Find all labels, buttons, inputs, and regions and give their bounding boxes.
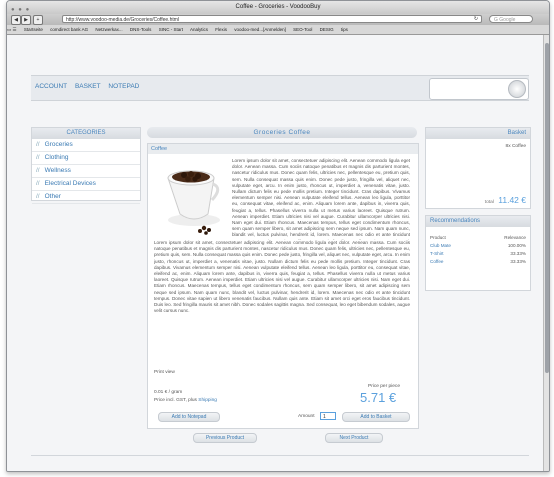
basket-total-label: total <box>484 200 494 205</box>
reload-icon[interactable]: ↻ <box>473 15 479 23</box>
browser-search-placeholder: Google <box>499 17 516 23</box>
bookmark-item[interactable]: SINC - Start <box>159 27 183 32</box>
nav-notepad[interactable]: NOTEPAD <box>108 83 139 90</box>
coffee-cup-image <box>167 170 220 235</box>
product-description-text: Lorem ipsum dolor sit amet, consectetuer… <box>154 240 410 314</box>
category-clothing[interactable]: //Clothing <box>32 152 140 165</box>
shipping-link[interactable]: Shipping <box>198 398 217 403</box>
relevance-value: 100.00% <box>507 243 526 248</box>
unit-price: 0.01 € / gram <box>154 390 183 395</box>
previous-product-button[interactable]: Previous Product <box>193 433 257 443</box>
back-button[interactable]: ◀ <box>11 15 21 25</box>
add-to-notepad-button[interactable]: Add to Notepad <box>158 412 220 422</box>
bookmark-item[interactable]: DESIG <box>320 27 334 32</box>
recommended-product-link[interactable]: T-Shirt <box>430 250 490 258</box>
table-row: Coffee 33.33% <box>430 258 526 266</box>
basket-item[interactable]: 8x Coffee <box>506 144 526 149</box>
categories-header: CATEGORIES <box>32 128 140 139</box>
recommendations-panel: Recommendations Product Relevance Club Ma… <box>425 215 531 291</box>
recommendations-header: Recommendations <box>426 216 530 227</box>
bookmark-item[interactable]: Startseite <box>24 27 43 32</box>
relevance-value: 33.33% <box>510 251 526 256</box>
main-nav: ACCOUNT BASKET NOTEPAD <box>35 83 145 90</box>
print-view-link[interactable]: Print view <box>154 370 175 375</box>
forward-button[interactable]: ▶ <box>21 15 31 25</box>
category-label: Electrical Devices <box>44 180 96 187</box>
price-label: Price per piece <box>368 384 400 389</box>
bookmark-item[interactable]: SEO-Tool <box>293 27 312 32</box>
basket-panel: Basket 8x Coffee total 11.42 € <box>425 127 531 209</box>
bookmark-item[interactable]: Netzwerkax... <box>95 27 122 32</box>
categories-panel: CATEGORIES //Groceries //Clothing //Well… <box>31 127 141 204</box>
web-page: ACCOUNT BASKET NOTEPAD CATEGORIES //Groc… <box>7 35 543 471</box>
breadcrumb[interactable]: Groceries Coffee <box>147 127 417 138</box>
basket-total-value: 11.42 € <box>498 195 526 205</box>
window-titlebar: ● ● ● Coffee - Groceries - VoodooBuy <box>7 1 549 14</box>
column-header-relevance: Relevance <box>504 235 526 240</box>
basket-total: total 11.42 € <box>485 190 526 208</box>
window-title: Coffee - Groceries - VoodooBuy <box>235 4 321 10</box>
category-other[interactable]: //Other <box>32 191 140 204</box>
product-price: 5.71 € <box>360 390 397 405</box>
next-product-button[interactable]: Next Product <box>325 433 383 443</box>
product-description-text: Lorem ipsum dolor sit amet, consectetuer… <box>232 158 410 240</box>
tax-note: Price incl. GST, plus Shipping <box>154 398 217 403</box>
recommended-product-link[interactable]: Coffee <box>430 258 490 266</box>
category-wellness[interactable]: //Wellness <box>32 165 140 178</box>
amount-label: Amount <box>298 414 315 419</box>
product-title: Coffee <box>148 144 418 154</box>
product-description-top: Lorem ipsum dolor sit amet, consectetuer… <box>232 158 410 240</box>
bookmark-item[interactable]: DNS-Tools <box>130 27 152 32</box>
tax-note-text: Price incl. GST, plus <box>154 398 197 403</box>
bookmarks-bar: ▭ ☰ Startseite comdirect bank AG Netzwer… <box>7 25 549 35</box>
table-row: T-Shirt 33.33% <box>430 250 526 258</box>
category-label: Groceries <box>44 141 73 148</box>
add-bookmark-button[interactable]: + <box>33 15 43 25</box>
search-icon[interactable] <box>508 80 526 98</box>
url-field[interactable]: http://www.voodoo-media.de/Groceries/Cof… <box>62 15 482 23</box>
product-panel: Coffee Lorem ipsum dolor sit amet, conse… <box>147 143 419 429</box>
bookmark-item[interactable]: Flexis <box>215 27 227 32</box>
bookmark-item[interactable]: voodoo-med...[Anmelden] <box>234 27 286 32</box>
amount-input[interactable]: 1 <box>320 412 336 420</box>
browser-window: ● ● ● Coffee - Groceries - VoodooBuy ◀ ▶… <box>6 0 550 472</box>
table-row: Club Mate 100.00% <box>430 242 526 250</box>
browser-toolbar: ◀ ▶ + http://www.voodoo-media.de/Groceri… <box>7 14 549 25</box>
reading-list-icon[interactable]: ▭ ☰ <box>7 27 17 32</box>
category-electrical-devices[interactable]: //Electrical Devices <box>32 178 140 191</box>
product-description-bottom: Lorem ipsum dolor sit amet, consectetuer… <box>154 240 410 364</box>
footer-divider <box>31 455 529 456</box>
category-label: Other <box>44 193 61 200</box>
add-to-basket-button[interactable]: Add to Basket <box>342 412 410 422</box>
bookmark-item[interactable]: Analytics <box>190 27 208 32</box>
browser-search-field[interactable]: G Google <box>489 15 533 23</box>
basket-header[interactable]: Basket <box>426 128 530 139</box>
category-groceries[interactable]: //Groceries <box>32 139 140 152</box>
site-search-input[interactable] <box>429 78 529 100</box>
bookmark-item[interactable]: tips <box>341 27 348 32</box>
page-scrollbar[interactable] <box>543 35 549 471</box>
scrollbar-thumb[interactable] <box>545 43 549 373</box>
table-header-row: Product Relevance <box>430 234 526 242</box>
nav-account[interactable]: ACCOUNT <box>35 83 67 90</box>
category-label: Wellness <box>44 167 71 174</box>
column-header-product: Product <box>430 235 446 240</box>
category-label: Clothing <box>44 154 69 161</box>
url-text: http://www.voodoo-media.de/Groceries/Cof… <box>66 17 180 23</box>
site-header: ACCOUNT BASKET NOTEPAD <box>31 75 529 101</box>
nav-basket[interactable]: BASKET <box>75 83 101 90</box>
recommendations-table: Product Relevance Club Mate 100.00% T-Shir… <box>430 234 526 266</box>
relevance-value: 33.33% <box>510 259 526 264</box>
recommended-product-link[interactable]: Club Mate <box>430 242 490 250</box>
bookmark-item[interactable]: comdirect bank AG <box>50 27 88 32</box>
